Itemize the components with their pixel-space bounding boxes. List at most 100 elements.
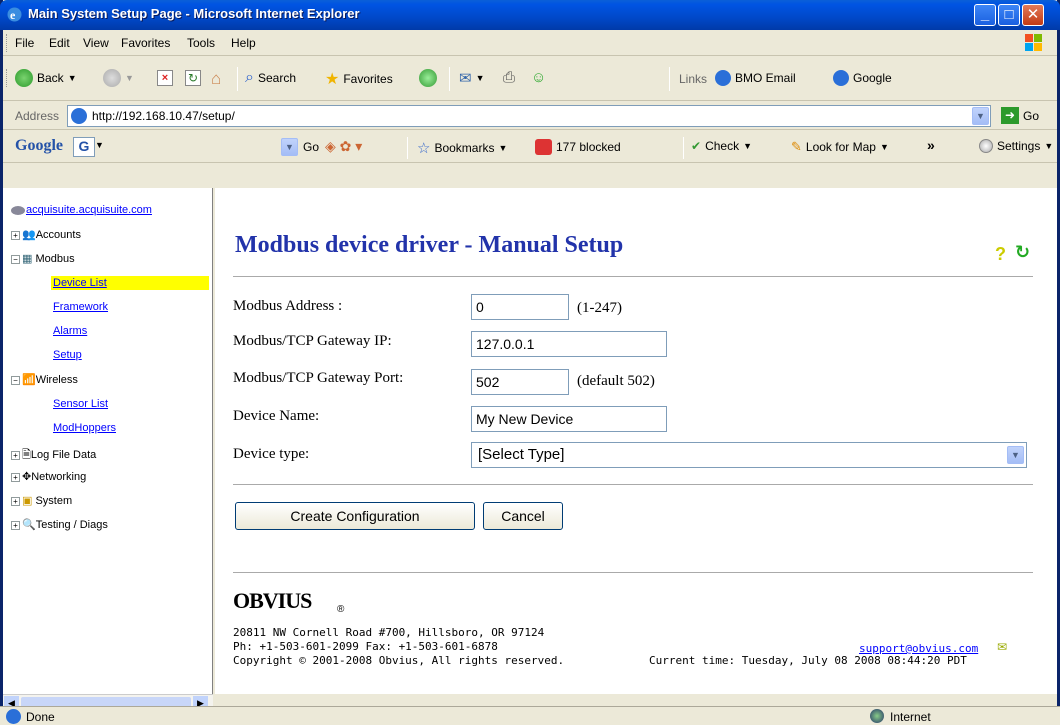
help-icon[interactable]: ?: [995, 244, 1006, 265]
collapse-icon[interactable]: −: [11, 254, 20, 264]
svg-text:e: e: [10, 8, 16, 22]
tree-root[interactable]: acquisuite.acquisuite.com: [11, 204, 152, 216]
modhoppers-link[interactable]: ModHoppers: [53, 422, 116, 434]
link-google[interactable]: Google: [833, 70, 892, 86]
bookmarks-button[interactable]: ☆ Bookmarks ▼: [417, 139, 507, 157]
menu-tools[interactable]: Tools: [187, 36, 215, 50]
sidebar-item-framework[interactable]: Framework: [53, 301, 108, 313]
log-file-label: Log File Data: [30, 449, 97, 461]
address-dropdown-icon[interactable]: ▼: [972, 107, 989, 125]
forward-dropdown-icon[interactable]: ▼: [125, 73, 134, 83]
history-button[interactable]: [419, 69, 437, 87]
favorites-button[interactable]: ★ Favorites: [325, 69, 393, 89]
forward-button[interactable]: ▼: [103, 69, 134, 87]
bookmarks-dropdown-icon: ▼: [498, 143, 508, 153]
bookmarks-label: Bookmarks: [434, 141, 495, 155]
tree-root-link[interactable]: acquisuite.acquisuite.com: [26, 204, 152, 216]
modbus-address-input[interactable]: [471, 294, 569, 320]
collapse-icon[interactable]: −: [11, 375, 20, 385]
window-title: Main System Setup Page - Microsoft Inter…: [28, 6, 360, 21]
links-separator: [669, 67, 670, 91]
email-envelope-icon[interactable]: ✉: [997, 640, 1007, 654]
menu-edit[interactable]: Edit: [49, 36, 70, 50]
gateway-ip-input[interactable]: [471, 331, 667, 357]
google-search-dropdown-icon[interactable]: ▼: [281, 138, 298, 156]
refresh-button[interactable]: ↻: [185, 70, 201, 86]
stop-button[interactable]: ×: [157, 70, 173, 86]
sidebar-item-wireless[interactable]: − 📶Wireless: [11, 373, 78, 386]
expand-icon[interactable]: +: [11, 472, 20, 482]
google-menu-dropdown-icon[interactable]: ▼: [95, 140, 104, 150]
google-toolbar: Google G ▼ ▼ Go ◈ ✿ ▾ ☆ Bookmarks ▼ 177 bl…: [3, 131, 1057, 163]
spellcheck-icon: ✔: [691, 139, 702, 153]
sensor-list-link[interactable]: Sensor List: [53, 398, 108, 410]
menu-view[interactable]: View: [83, 36, 109, 50]
expand-icon[interactable]: +: [11, 496, 20, 506]
spellcheck-button[interactable]: ✔ Check ▼: [691, 139, 752, 153]
sidebar-item-sensor-list[interactable]: Sensor List: [53, 398, 108, 410]
mail-dropdown-icon[interactable]: ▼: [476, 73, 485, 83]
look-for-map-button[interactable]: ✎ Look for Map ▼: [791, 139, 889, 155]
home-button[interactable]: ⌂: [211, 69, 221, 89]
menu-help[interactable]: Help: [231, 36, 256, 50]
divider: [233, 484, 1033, 485]
more-chevron-icon[interactable]: »: [927, 137, 935, 153]
expand-icon[interactable]: +: [11, 230, 20, 240]
go-arrow-icon: ➜: [1001, 107, 1019, 124]
title-bar[interactable]: e Main System Setup Page - Microsoft Int…: [0, 0, 1060, 30]
close-button[interactable]: ✕: [1022, 4, 1044, 26]
gateway-port-input[interactable]: [471, 369, 569, 395]
device-name-label: Device Name:: [233, 408, 320, 424]
go-label: Go: [1023, 108, 1040, 123]
home-icon: ⌂: [211, 69, 222, 88]
star-icon: ★: [325, 71, 340, 88]
settings-label: Settings: [997, 139, 1041, 153]
cancel-button[interactable]: Cancel: [483, 502, 563, 530]
maximize-button[interactable]: □: [998, 4, 1020, 26]
messenger-button[interactable]: ☺: [531, 69, 546, 86]
expand-icon[interactable]: +: [11, 520, 20, 530]
settings-button[interactable]: Settings ▼: [979, 139, 1053, 153]
expand-icon[interactable]: +: [11, 450, 20, 460]
back-dropdown-icon[interactable]: ▼: [68, 73, 77, 83]
sidebar-item-setup[interactable]: Setup: [53, 349, 82, 361]
google-go-button[interactable]: Go: [303, 140, 319, 154]
sidebar-item-log-file-data[interactable]: + 🗎Log File Data: [11, 446, 96, 465]
mail-button[interactable]: ✉ ▼: [459, 69, 485, 87]
search-button[interactable]: ⌕ Search: [245, 69, 296, 87]
alarms-link[interactable]: Alarms: [53, 325, 87, 337]
print-button[interactable]: ⎙: [503, 69, 515, 86]
link-bmo-email[interactable]: BMO Email: [715, 70, 796, 86]
google-g-icon[interactable]: G: [73, 137, 95, 157]
minimize-button[interactable]: _: [974, 4, 996, 26]
favorites-label: Favorites: [343, 72, 393, 86]
sidebar-item-networking[interactable]: + ✥Networking: [11, 470, 86, 483]
refresh-page-icon[interactable]: ↻: [1015, 242, 1030, 263]
device-type-select[interactable]: [Select Type] ▼: [471, 442, 1027, 468]
device-name-input[interactable]: [471, 406, 667, 432]
go-button[interactable]: ➜ Go: [1001, 107, 1039, 124]
menu-file[interactable]: File: [15, 36, 34, 50]
log-file-icon: 🗎: [22, 449, 31, 461]
network-icon: ▦: [22, 253, 33, 265]
settings-icon: [979, 139, 993, 153]
sidebar-item-system[interactable]: + ▣ System: [11, 494, 72, 507]
menu-favorites[interactable]: Favorites: [121, 36, 170, 50]
sidebar-item-modbus[interactable]: − ▦ Modbus: [11, 252, 75, 265]
system-label: System: [35, 495, 73, 507]
popup-blocker-button[interactable]: 177 blocked: [535, 139, 621, 155]
sidebar-item-device-list[interactable]: Device List: [51, 276, 209, 290]
framework-link[interactable]: Framework: [53, 301, 108, 313]
address-input[interactable]: http://192.168.10.47/setup/ ▼: [67, 105, 991, 127]
sidebar-item-testing-diags[interactable]: + 🔍Testing / Diags: [11, 518, 108, 531]
sidebar-item-alarms[interactable]: Alarms: [53, 325, 87, 337]
ie-page-icon: [715, 70, 731, 86]
sidebar-item-modhoppers[interactable]: ModHoppers: [53, 422, 116, 434]
back-button[interactable]: Back ▼: [15, 69, 77, 87]
sidebar-item-accounts[interactable]: + 👥Accounts: [11, 228, 81, 241]
chevron-down-icon[interactable]: ▼: [1007, 446, 1024, 464]
create-configuration-button[interactable]: Create Configuration: [235, 502, 475, 530]
google-tools-icon[interactable]: ◈ ✿ ▾: [325, 138, 362, 155]
device-list-link[interactable]: Device List: [51, 276, 209, 290]
setup-link[interactable]: Setup: [53, 349, 82, 361]
